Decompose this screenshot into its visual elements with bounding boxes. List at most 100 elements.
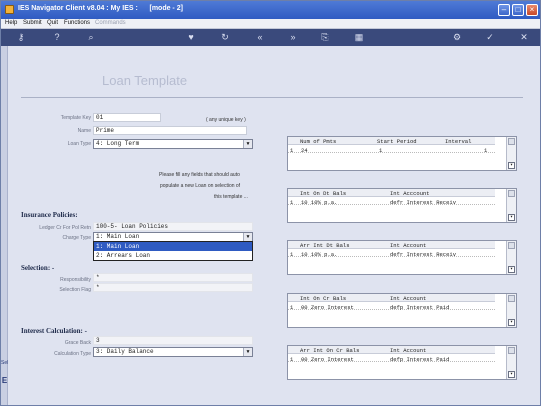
grid-cell[interactable]: 10 10% p.a. (301, 251, 337, 258)
responsibility-field[interactable]: * (93, 273, 253, 282)
charge-type-value: 1: Main Loan (96, 233, 140, 240)
charge-type-label: Charge Type (62, 235, 91, 241)
tools-icon[interactable]: ⚙ (451, 32, 463, 43)
menu-bar: Help Submit Quit Functions Commands (1, 19, 540, 29)
info-icon[interactable]: ? (51, 32, 63, 43)
grid-cell[interactable]: 00 Zero Interest (301, 356, 354, 363)
rewind-icon[interactable]: « (254, 32, 266, 43)
grid-header-cell: Int Acccount (390, 190, 430, 197)
grid-cell[interactable]: 1 (379, 147, 382, 154)
template-key-hint: ( any unique key ) (206, 117, 246, 123)
row-index: 1 (290, 199, 294, 206)
responsibility-label: Responsibility (60, 277, 91, 283)
menu-functions[interactable]: Functions (64, 20, 90, 26)
charge-type-option-arrears[interactable]: 2: Arrears Loan (94, 251, 252, 260)
grid-icon[interactable]: ▦ (353, 32, 365, 43)
grid-header-cell: Arr Int Dt Bals (300, 242, 350, 249)
app-icon (5, 5, 14, 14)
chevron-down-icon[interactable]: ▾ (508, 162, 515, 169)
calculation-type-value: 3: Daily Balance (96, 348, 154, 355)
chevron-down-icon[interactable]: ▾ (508, 319, 515, 326)
grid-scrollbar[interactable]: ▾ (506, 137, 516, 170)
refresh-icon[interactable]: ↻ (219, 32, 231, 43)
app-window: IES Navigator Client v8.04 : My IES : [m… (0, 0, 541, 406)
title-bar[interactable]: IES Navigator Client v8.04 : My IES : [m… (1, 1, 540, 19)
charge-type-dropdown: 1: Main Loan 2: Arrears Loan (93, 241, 253, 261)
name-label: Name (77, 128, 91, 134)
grid-cell[interactable]: 1 (484, 147, 487, 154)
window-title: IES Navigator Client v8.04 : My IES : [m… (18, 5, 183, 12)
toolbar-close-icon[interactable]: ✕ (518, 32, 530, 43)
arr-int-dt-grid: Arr Int Dt Bals Int Account 1 10 10% p.a… (287, 240, 517, 275)
chevron-down-icon[interactable]: ▾ (508, 266, 515, 273)
grid-header-cell: Int Account (390, 242, 427, 249)
grace-back-field[interactable]: 3 (93, 336, 253, 345)
selection-flag-field[interactable]: * (93, 283, 253, 292)
selection-flag-label: Selection Flag (59, 287, 91, 293)
grid-scrollbar[interactable]: ▾ (506, 189, 516, 222)
scroll-up-button[interactable] (508, 138, 515, 145)
table-row[interactable] (288, 146, 495, 153)
grid-header-cell: Arr Int On Cr Bals (300, 347, 360, 354)
check-icon[interactable]: ✓ (484, 32, 496, 43)
loan-type-select[interactable]: 4: Long Term ▼ (93, 139, 253, 149)
grid-cell[interactable]: defr Interest Receiv (390, 251, 456, 258)
calculation-type-label: Calculation Type (54, 351, 91, 357)
charge-type-option-main[interactable]: 1: Main Loan (94, 242, 252, 251)
loan-type-label: Loan Type (67, 141, 91, 147)
menu-help[interactable]: Help (5, 20, 17, 26)
search-icon[interactable]: ⌕ (85, 32, 97, 43)
chevron-down-icon[interactable]: ▼ (243, 140, 252, 148)
chevron-down-icon[interactable]: ▾ (508, 214, 515, 221)
grid-cell[interactable]: 24 (301, 147, 308, 154)
grid-scrollbar[interactable]: ▾ (506, 346, 516, 379)
main-content: Loan Template Template Key 01 ( any uniq… (9, 46, 539, 405)
sidebar-tag-e[interactable]: E (1, 376, 8, 385)
grid-scrollbar[interactable]: ▾ (506, 294, 516, 327)
grid-header-cell: Num of Pmts (300, 138, 337, 145)
heart-icon[interactable]: ♥ (185, 32, 197, 43)
int-on-dt-grid: Int On Dt Bals Int Acccount 1 10 10% p.a… (287, 188, 517, 223)
ledger-field[interactable]: 100-5- Loan Policies (93, 222, 253, 231)
template-key-label: Template Key (60, 115, 91, 121)
close-button[interactable]: × (526, 4, 538, 16)
sidebar-tag-sel[interactable]: Sel (1, 360, 8, 366)
calculation-type-select[interactable]: 3: Daily Balance ▼ (93, 347, 253, 357)
menu-submit[interactable]: Submit (23, 20, 42, 26)
minimize-button[interactable]: – (498, 4, 510, 16)
grid-header-cell: Int On Dt Bals (300, 190, 347, 197)
grid-cell[interactable]: defp Interest Paid (390, 356, 449, 363)
key-icon[interactable]: ⚷ (15, 32, 27, 43)
payments-grid: Num of Pmts Start Period Interval 1 24 1… (287, 136, 517, 171)
grid-header-cell: Start Period (377, 138, 417, 145)
grid-header-cell: Int On Cr Bals (300, 295, 347, 302)
menu-commands: Commands (95, 20, 126, 26)
chevron-down-icon[interactable]: ▼ (243, 233, 252, 241)
scroll-up-button[interactable] (508, 347, 515, 354)
template-key-field[interactable]: 01 (93, 113, 161, 122)
scroll-up-button[interactable] (508, 242, 515, 249)
row-index: 1 (290, 356, 294, 363)
arr-int-on-cr-grid: Arr Int On Cr Bals Int Account 1 00 Zero… (287, 345, 517, 380)
menu-quit[interactable]: Quit (47, 20, 58, 26)
interest-section-title: Interest Calculation: - (21, 327, 87, 335)
grid-cell[interactable]: defr Interest Receiv (390, 199, 456, 206)
name-field[interactable]: Prime (93, 126, 247, 135)
copy-icon[interactable]: ⎘ (319, 32, 331, 43)
maximize-button[interactable]: □ (512, 4, 524, 16)
grid-scrollbar[interactable]: ▾ (506, 241, 516, 274)
grid-cell[interactable]: 00 Zero Interest (301, 304, 354, 311)
row-index: 1 (290, 304, 294, 311)
chevron-down-icon[interactable]: ▼ (243, 348, 252, 356)
grid-cell[interactable]: 10 10% p.a. (301, 199, 337, 206)
row-index: 1 (290, 251, 294, 258)
forward-icon[interactable]: » (287, 32, 299, 43)
left-sidebar: Sel E (1, 46, 8, 405)
scroll-up-button[interactable] (508, 190, 515, 197)
scroll-up-button[interactable] (508, 295, 515, 302)
int-on-cr-grid: Int On Cr Bals Int Account 1 00 Zero Int… (287, 293, 517, 328)
loan-type-value: 4: Long Term (96, 140, 140, 147)
insurance-section-title: Insurance Policies: (21, 211, 78, 219)
grid-cell[interactable]: defp Interest Paid (390, 304, 449, 311)
chevron-down-icon[interactable]: ▾ (508, 371, 515, 378)
